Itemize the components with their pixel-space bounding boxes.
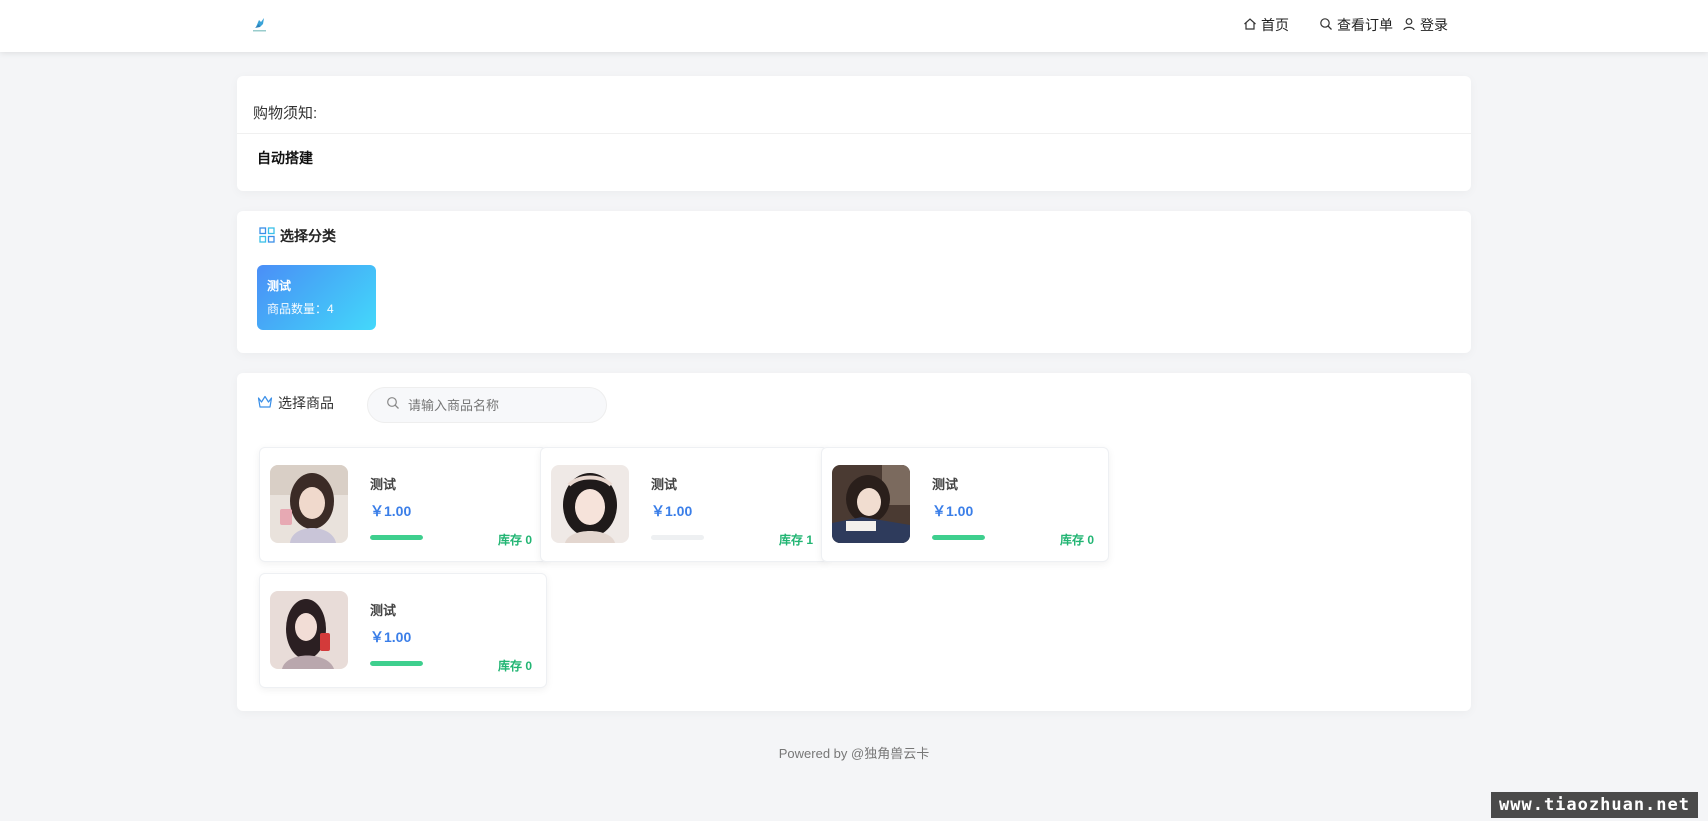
category-section-title: 选择分类 [280, 228, 336, 244]
product-card[interactable]: 测试 ￥1.00 库存 0 [259, 447, 547, 562]
product-price: ￥1.00 [370, 503, 412, 519]
product-image [270, 591, 348, 669]
search-icon [1319, 17, 1333, 34]
stock-bar [651, 535, 704, 540]
product-price: ￥1.00 [370, 629, 412, 645]
stock-bar [932, 535, 985, 540]
nav-view-orders[interactable]: 查看订单 [1319, 13, 1393, 37]
shopping-notice-card: 购物须知: 自动搭建 [237, 76, 1471, 191]
product-name: 测试 [370, 603, 397, 618]
crown-icon [257, 395, 273, 412]
site-logo[interactable] [251, 15, 268, 33]
footer: Powered by @独角兽云卡 [778, 746, 930, 761]
nav-login[interactable]: 登录 [1402, 13, 1448, 37]
category-section-header: 选择分类 [259, 226, 336, 246]
products-section-title: 选择商品 [278, 395, 334, 411]
product-card[interactable]: 测试 ￥1.00 库存 0 [821, 447, 1109, 562]
product-name: 测试 [370, 477, 397, 492]
home-icon [1243, 17, 1257, 34]
grid-icon [259, 226, 275, 246]
category-name: 测试 [267, 279, 292, 293]
product-image [832, 465, 910, 543]
stock-bar [370, 661, 423, 666]
product-search-box[interactable] [367, 387, 607, 423]
product-card[interactable]: 测试 ￥1.00 库存 1 [540, 447, 828, 562]
product-stock: 库存 0 [497, 533, 532, 547]
product-stock: 库存 0 [497, 659, 532, 673]
search-icon [386, 396, 400, 415]
watermark: www.tiaozhuan.net [1491, 792, 1698, 818]
product-name: 测试 [932, 477, 959, 492]
products-card: 选择商品 测试 ￥1.00 库存 0 [237, 373, 1471, 711]
nav-home[interactable]: 首页 [1243, 13, 1289, 37]
notice-body: 自动搭建 [257, 150, 313, 166]
stock-bar [370, 535, 423, 540]
product-stock: 库存 1 [778, 533, 813, 547]
product-search-input[interactable] [408, 397, 588, 413]
product-name: 测试 [651, 477, 678, 492]
divider [237, 133, 1471, 134]
stock-bar-fill [370, 661, 423, 666]
product-price: ￥1.00 [932, 503, 974, 519]
nav-login-label: 登录 [1420, 17, 1448, 33]
notice-title: 购物须知: [253, 105, 318, 122]
product-stock: 库存 0 [1059, 533, 1094, 547]
product-card[interactable]: 测试 ￥1.00 库存 0 [259, 573, 547, 688]
category-count: 商品数量：4 [267, 302, 334, 316]
products-section-header: 选择商品 [257, 393, 334, 413]
stock-bar-fill [932, 535, 985, 540]
stock-bar-fill [370, 535, 423, 540]
nav-home-label: 首页 [1261, 17, 1289, 33]
top-navbar: 首页 查看订单 登录 [0, 0, 1708, 52]
category-tile[interactable]: 测试 商品数量：4 [257, 265, 376, 330]
product-image [270, 465, 348, 543]
nav-view-orders-label: 查看订单 [1337, 17, 1393, 33]
product-image [551, 465, 629, 543]
category-card: 选择分类 测试 商品数量：4 [237, 211, 1471, 353]
user-icon [1402, 17, 1416, 34]
product-price: ￥1.00 [651, 503, 693, 519]
